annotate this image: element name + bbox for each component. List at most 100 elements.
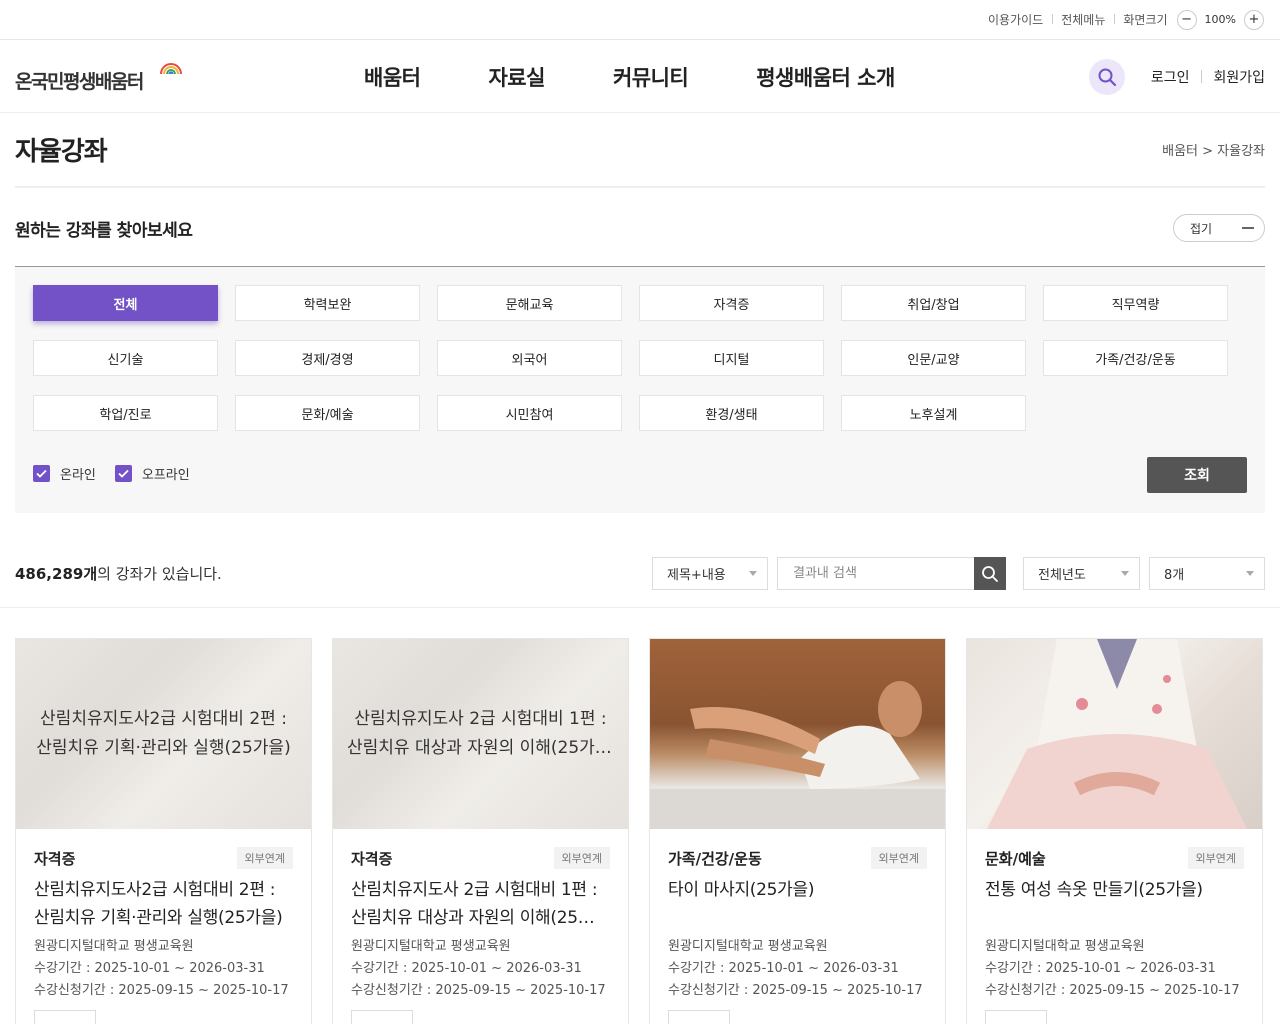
page-title: 자율강좌 (15, 137, 108, 167)
site-logo[interactable]: 온국민평생배움터 (15, 56, 182, 96)
rainbow-logo-icon (160, 63, 182, 75)
card-title[interactable]: 산림치유지도사 2급 시험대비 1편 : 산림치유 대상과 자원의 이해(25가… (351, 876, 610, 934)
card-period: 수강기간 : 2025-10-01 ~ 2026-03-31 (34, 961, 265, 976)
filter-title: 원하는 강좌를 찾아보세요 (15, 220, 193, 241)
category-academic[interactable]: 학력보완 (235, 285, 420, 321)
card-action-button[interactable] (985, 1010, 1047, 1024)
search-button[interactable] (1088, 58, 1125, 95)
result-search-input[interactable] (777, 557, 974, 590)
nav-item-archive[interactable]: 자료실 (488, 62, 545, 92)
result-count: 486,289개의 강좌가 있습니다. (15, 563, 222, 584)
logo-text: 온국민평생배움터 (15, 71, 144, 93)
caption-line: 산림치유 기획·관리와 실행(25가을) (36, 738, 291, 758)
card-period: 수강기간 : 2025-10-01 ~ 2026-03-31 (351, 961, 582, 976)
title-line: 타이 마사지(25가을) (668, 880, 815, 900)
category-citizen[interactable]: 시민참여 (437, 395, 622, 431)
result-search-button[interactable] (974, 557, 1006, 590)
card-category: 문화/예술 (985, 849, 1046, 868)
year-value: 전체년도 (1038, 568, 1086, 583)
card-category: 자격증 (351, 849, 393, 868)
course-thumbnail: 산림치유지도사2급 시험대비 2편 : 산림치유 기획·관리와 실행(25가을) (16, 639, 311, 829)
nav-item-about[interactable]: 평생배움터 소개 (756, 62, 895, 92)
category-retirement[interactable]: 노후설계 (841, 395, 1026, 431)
category-digital[interactable]: 디지털 (639, 340, 824, 376)
zoom-out-button[interactable]: − (1176, 9, 1197, 30)
screen-size-label: 화면크기 (1114, 11, 1176, 28)
search-submit-button[interactable]: 조회 (1147, 457, 1247, 493)
title-line: 전통 여성 속옷 만들기(25가을) (985, 880, 1203, 900)
category-culture[interactable]: 문화/예술 (235, 395, 420, 431)
card-action-button[interactable] (34, 1010, 96, 1024)
login-link[interactable]: 로그인 (1139, 67, 1202, 87)
mode-checkboxes: 온라인 오프라인 (33, 464, 209, 483)
course-thumbnail (967, 639, 1262, 829)
category-grid: 전체 학력보완 문해교육 자격증 취업/창업 직무역량 신기술 경제/경영 외국… (33, 285, 1228, 431)
massage-photo (650, 681, 945, 829)
zoom-level: 100% (1204, 13, 1236, 26)
main-nav: 배움터 자료실 커뮤니티 평생배움터 소개 (364, 40, 895, 113)
page-title-bar: 자율강좌 배움터 > 자율강좌 (15, 113, 1265, 188)
category-economy[interactable]: 경제/경영 (235, 340, 420, 376)
guide-link[interactable]: 이용가이드 (979, 11, 1052, 28)
course-card[interactable]: 문화/예술 외부연계 전통 여성 속옷 만들기(25가을) 원광디지털대학교 평… (966, 638, 1263, 1024)
category-family-health[interactable]: 가족/건강/운동 (1043, 340, 1228, 376)
caption-line: 산림치유지도사2급 시험대비 2편 : (40, 709, 287, 729)
card-period: 수강기간 : 2025-10-01 ~ 2026-03-31 (985, 961, 1216, 976)
category-literacy[interactable]: 문해교육 (437, 285, 622, 321)
check-icon (114, 465, 132, 482)
all-menu-link[interactable]: 전체메뉴 (1052, 11, 1114, 28)
course-card[interactable]: 가족/건강/운동 외부연계 타이 마사지(25가을) 원광디지털대학교 평생교육… (649, 638, 946, 1024)
category-certificate[interactable]: 자격증 (639, 285, 824, 321)
course-card[interactable]: 산림치유지도사 2급 시험대비 1편 : 산림치유 대상과 자원의 이해(25가… (332, 638, 629, 1024)
card-apply-period: 수강신청기간 : 2025-09-15 ~ 2025-10-17 (34, 983, 289, 998)
card-organization: 원광디지털대학교 평생교육원 (351, 939, 511, 954)
year-select[interactable]: 전체년도 (1023, 557, 1140, 590)
check-icon (33, 465, 50, 482)
thumbnail-caption: 산림치유지도사 2급 시험대비 1편 : 산림치유 대상과 자원의 이해(25가… (333, 705, 628, 763)
fold-button[interactable]: 접기 (1173, 214, 1265, 242)
course-thumbnail: 산림치유지도사 2급 시험대비 1편 : 산림치유 대상과 자원의 이해(25가… (333, 639, 628, 829)
online-checkbox[interactable]: 온라인 (33, 464, 96, 483)
title-line: 산림치유 대상과 자원의 이해(25가을) (351, 908, 610, 928)
card-title[interactable]: 전통 여성 속옷 만들기(25가을) (985, 876, 1244, 934)
per-page-select[interactable]: 8개 (1149, 557, 1265, 590)
card-apply-period: 수강신청기간 : 2025-09-15 ~ 2025-10-17 (668, 983, 923, 998)
site-header: 온국민평생배움터 배움터 자료실 커뮤니티 평생배움터 소개 로그인 회원가입 (0, 40, 1280, 113)
header-actions: 로그인 회원가입 (1088, 40, 1265, 113)
offline-checkbox[interactable]: 오프라인 (114, 464, 190, 483)
signup-link[interactable]: 회원가입 (1201, 67, 1265, 87)
search-icon (982, 565, 998, 582)
card-period: 수강기간 : 2025-10-01 ~ 2026-03-31 (668, 961, 899, 976)
category-employment[interactable]: 취업/창업 (841, 285, 1026, 321)
category-career[interactable]: 학업/진로 (33, 395, 218, 431)
nav-item-learning[interactable]: 배움터 (364, 62, 421, 92)
nav-item-community[interactable]: 커뮤니티 (613, 62, 689, 92)
category-language[interactable]: 외국어 (437, 340, 622, 376)
card-action-button[interactable] (668, 1010, 730, 1024)
chevron-down-icon (749, 571, 757, 576)
zoom-in-button[interactable]: + (1244, 9, 1264, 30)
category-environment[interactable]: 환경/생태 (639, 395, 824, 431)
title-line: 산림치유 기획·관리와 실행(25가을) (34, 908, 283, 928)
course-card-list: 산림치유지도사2급 시험대비 2편 : 산림치유 기획·관리와 실행(25가을)… (15, 638, 1263, 1024)
card-title[interactable]: 산림치유지도사2급 시험대비 2편 : 산림치유 기획·관리와 실행(25가을) (34, 876, 293, 934)
fold-label: 접기 (1190, 221, 1213, 236)
course-thumbnail (650, 639, 945, 829)
search-type-select[interactable]: 제목+내용 (652, 557, 768, 590)
category-humanities[interactable]: 인문/교양 (841, 340, 1026, 376)
category-new-tech[interactable]: 신기술 (33, 340, 218, 376)
card-apply-period: 수강신청기간 : 2025-09-15 ~ 2025-10-17 (985, 983, 1240, 998)
title-line: 산림치유지도사2급 시험대비 2편 : (34, 880, 276, 900)
search-icon (1098, 68, 1116, 86)
card-action-button[interactable] (351, 1010, 413, 1024)
filter-panel: 전체 학력보완 문해교육 자격증 취업/창업 직무역량 신기술 경제/경영 외국… (15, 267, 1265, 513)
result-bar: 486,289개의 강좌가 있습니다. 제목+내용 전체년도 8개 (0, 513, 1280, 608)
card-organization: 원광디지털대학교 평생교육원 (34, 939, 194, 954)
category-all[interactable]: 전체 (33, 285, 218, 321)
breadcrumb: 배움터 > 자율강좌 (1162, 144, 1265, 159)
card-title[interactable]: 타이 마사지(25가을) (668, 876, 927, 934)
course-card[interactable]: 산림치유지도사2급 시험대비 2편 : 산림치유 기획·관리와 실행(25가을)… (15, 638, 312, 1024)
card-apply-period: 수강신청기간 : 2025-09-15 ~ 2025-10-17 (351, 983, 606, 998)
category-job-skills[interactable]: 직무역량 (1043, 285, 1228, 321)
card-category: 자격증 (34, 849, 76, 868)
